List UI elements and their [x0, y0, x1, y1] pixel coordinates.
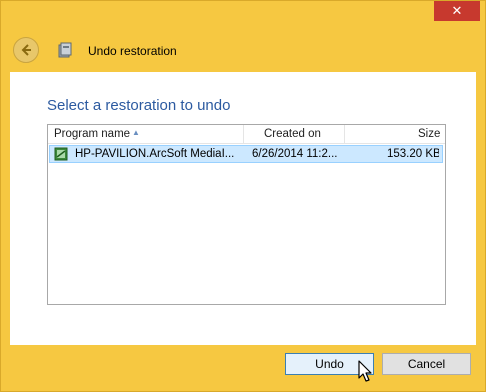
column-header-size[interactable]: Size	[418, 128, 440, 140]
close-icon: ✕	[451, 3, 463, 19]
title-bar: ✕	[1, 1, 485, 29]
created-on-cell: 6/26/2014 11:2...	[252, 148, 338, 160]
restore-app-icon	[58, 42, 72, 58]
column-divider[interactable]	[344, 125, 345, 143]
program-name-cell: HP-PAVILION.ArcSoft MediaI...	[75, 148, 235, 160]
instruction-heading: Select a restoration to undo	[47, 97, 231, 114]
restoration-list[interactable]: Program name ▲ Created on Size HP-PAVILI…	[47, 124, 446, 305]
column-header-created-on[interactable]: Created on	[264, 128, 321, 140]
page-title: Undo restoration	[88, 44, 177, 58]
back-arrow-icon	[21, 44, 31, 56]
size-cell: 153.20 KB	[387, 148, 439, 160]
column-header-program-name[interactable]: Program name	[54, 128, 130, 140]
dialog-window: ✕ Undo restoration Select a restoration …	[0, 0, 486, 392]
cancel-button[interactable]: Cancel	[382, 353, 471, 375]
dialog-footer: Undo Cancel	[1, 346, 485, 391]
dialog-header: Undo restoration	[1, 35, 485, 71]
mouse-cursor-icon	[358, 360, 372, 382]
column-divider[interactable]	[243, 125, 244, 143]
content-panel: Select a restoration to undo Program nam…	[10, 72, 476, 345]
program-icon	[54, 147, 68, 161]
close-button[interactable]: ✕	[434, 1, 480, 21]
list-item[interactable]: HP-PAVILION.ArcSoft MediaI... 6/26/2014 …	[49, 145, 443, 163]
back-button[interactable]	[13, 37, 39, 63]
sort-ascending-icon: ▲	[132, 128, 140, 137]
list-header: Program name ▲ Created on Size	[48, 125, 445, 144]
